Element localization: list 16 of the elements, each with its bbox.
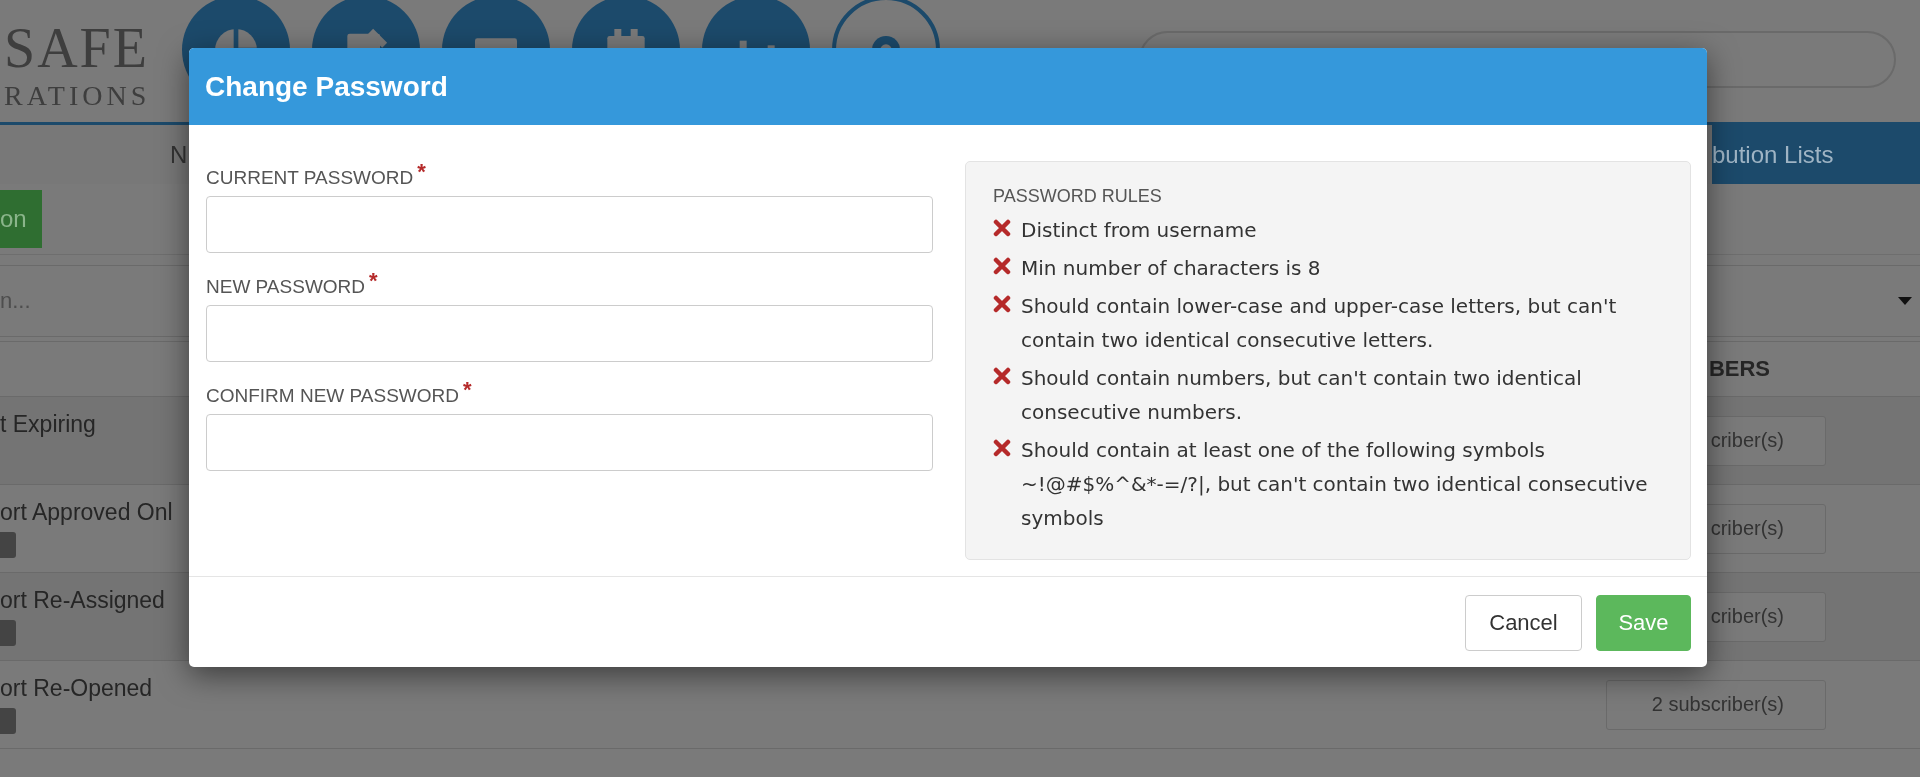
column-header: BERS	[1708, 356, 1770, 382]
rule-text: Should contain lower-case and upper-case letters, but can't contain two identical consecutive letters.	[1021, 293, 1618, 354]
required-mark: *	[417, 159, 426, 184]
row-name: t Expiring	[0, 411, 96, 438]
row-name: ort Approved Onl	[0, 499, 173, 526]
logo-text: SAFE	[4, 16, 149, 81]
rule-text: Min number of characters is 8	[1021, 255, 1321, 282]
row-name: ort Re-Opened	[0, 675, 153, 702]
row-name: ort Re-Assigned	[0, 587, 165, 614]
required-mark: *	[463, 377, 472, 402]
rules-title: PASSWORD RULES	[993, 186, 1163, 207]
logo-text: RATIONS	[4, 80, 151, 113]
required-mark: *	[369, 268, 378, 293]
rule-text: Should contain numbers, but can't contain two identical consecutive numbers.	[1021, 365, 1583, 426]
dialog-title: Change Password	[205, 70, 448, 103]
rule-text: Distinct from username	[1021, 217, 1257, 244]
